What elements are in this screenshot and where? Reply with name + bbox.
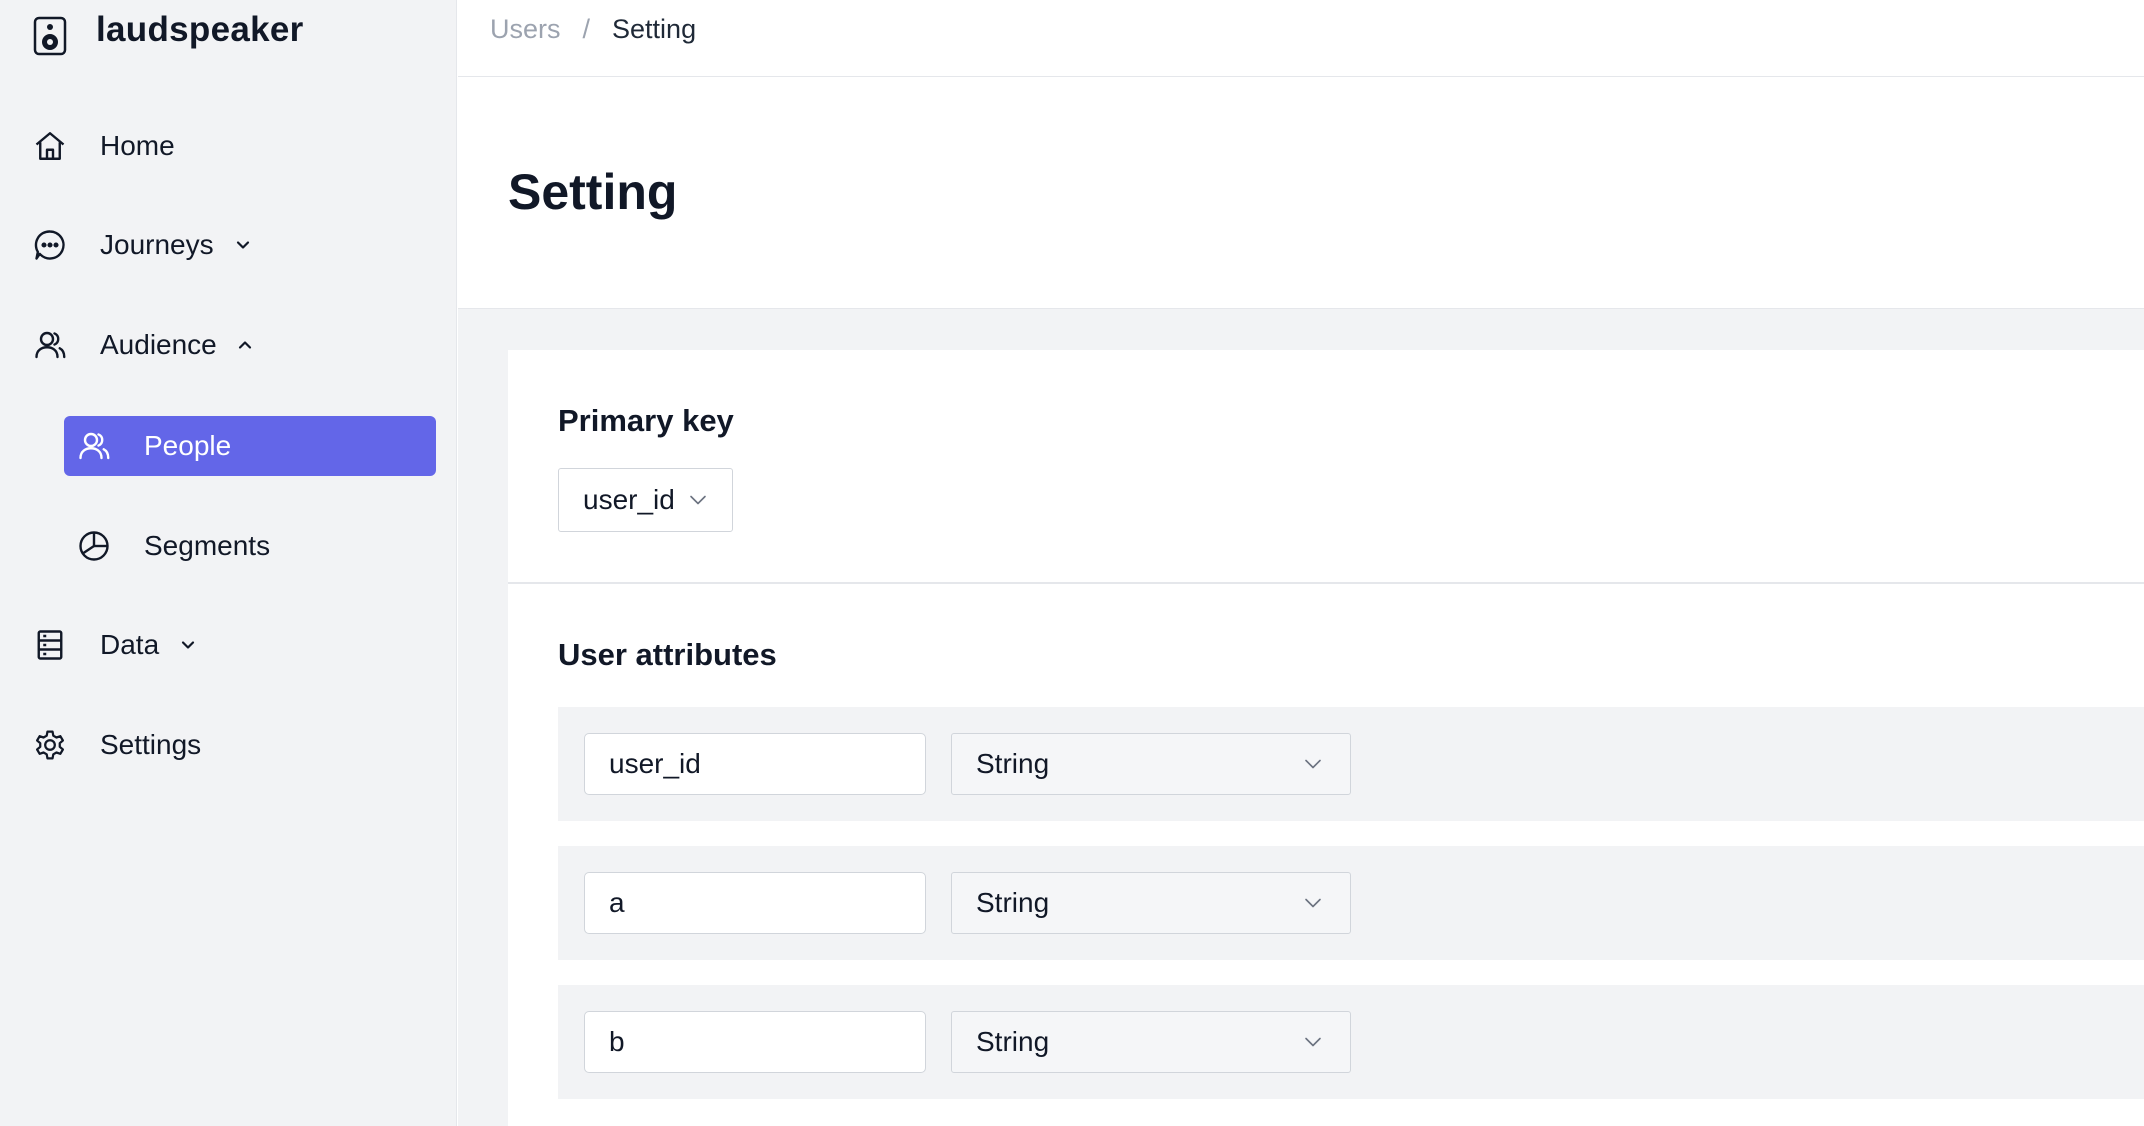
sidebar-item-label: People — [144, 430, 232, 461]
speaker-logo-icon — [33, 16, 67, 56]
attribute-name-input[interactable] — [584, 872, 926, 934]
chevron-down-icon — [690, 495, 706, 505]
brand[interactable] — [33, 16, 67, 56]
attribute-name-input[interactable] — [584, 1011, 926, 1073]
user-attributes-title: User attributes — [558, 637, 777, 672]
page-header: Setting — [458, 77, 2144, 309]
database-icon — [37, 630, 63, 660]
users-icon — [79, 432, 110, 460]
home-icon — [35, 132, 65, 160]
attribute-type-select[interactable]: String — [951, 1011, 1351, 1073]
chevron-down-icon — [236, 241, 250, 249]
attribute-row: String — [558, 985, 2144, 1099]
sidebar-item-label: Home — [100, 130, 175, 161]
sidebar-item-journeys[interactable]: Journeys — [0, 215, 457, 275]
sidebar-item-label: Settings — [100, 729, 202, 760]
attribute-name-input[interactable] — [584, 733, 926, 795]
sidebar-item-data[interactable]: Data — [0, 615, 457, 675]
attribute-type-select[interactable]: String — [951, 872, 1351, 934]
attribute-type-value: String — [976, 748, 1050, 779]
sidebar-item-audience[interactable]: Audience — [0, 315, 457, 375]
attribute-type-value: String — [976, 887, 1050, 918]
breadcrumb-separator: / — [582, 14, 591, 44]
breadcrumb-users-link[interactable]: Users — [490, 14, 561, 45]
attribute-row: String — [558, 707, 2144, 821]
topbar: Users / Setting — [458, 0, 2144, 77]
chevron-up-icon — [238, 341, 252, 349]
attribute-row: String — [558, 846, 2144, 960]
chat-bubble-icon — [34, 230, 65, 260]
main-content: Users / Setting Setting Primary key user… — [458, 0, 2144, 1126]
pie-chart-icon — [79, 531, 109, 561]
sidebar-item-label: Journeys — [100, 229, 214, 260]
sidebar-item-segments[interactable]: Segments — [64, 516, 436, 576]
chevron-down-icon — [181, 641, 195, 649]
primary-key-value: user_id — [583, 484, 675, 515]
primary-key-select[interactable]: user_id — [558, 468, 733, 532]
breadcrumb: Users / Setting — [490, 14, 696, 45]
chevron-down-icon — [1305, 898, 1321, 908]
sidebar-item-label: Audience — [100, 329, 217, 360]
settings-card: Primary key user_id User attributes Stri… — [508, 350, 2144, 1126]
sidebar-item-label: Data — [100, 629, 160, 660]
users-icon — [35, 331, 66, 359]
page-title: Setting — [508, 164, 678, 220]
breadcrumb-current: Setting — [612, 14, 697, 44]
sidebar-item-people[interactable]: People — [64, 416, 436, 476]
chevron-down-icon — [1305, 1037, 1321, 1047]
chevron-down-icon — [1305, 759, 1321, 769]
primary-key-title: Primary key — [558, 403, 734, 438]
sidebar-item-label: Segments — [144, 530, 271, 561]
sidebar: laudspeaker Home Journeys Audience Peopl… — [0, 0, 457, 1126]
sidebar-item-settings[interactable]: Settings — [0, 715, 457, 775]
gear-icon — [35, 730, 65, 760]
attribute-type-value: String — [976, 1026, 1050, 1057]
sidebar-item-home[interactable]: Home — [0, 116, 457, 176]
attribute-type-select[interactable]: String — [951, 733, 1351, 795]
section-divider — [508, 582, 2144, 584]
brand-name: laudspeaker — [96, 10, 304, 49]
